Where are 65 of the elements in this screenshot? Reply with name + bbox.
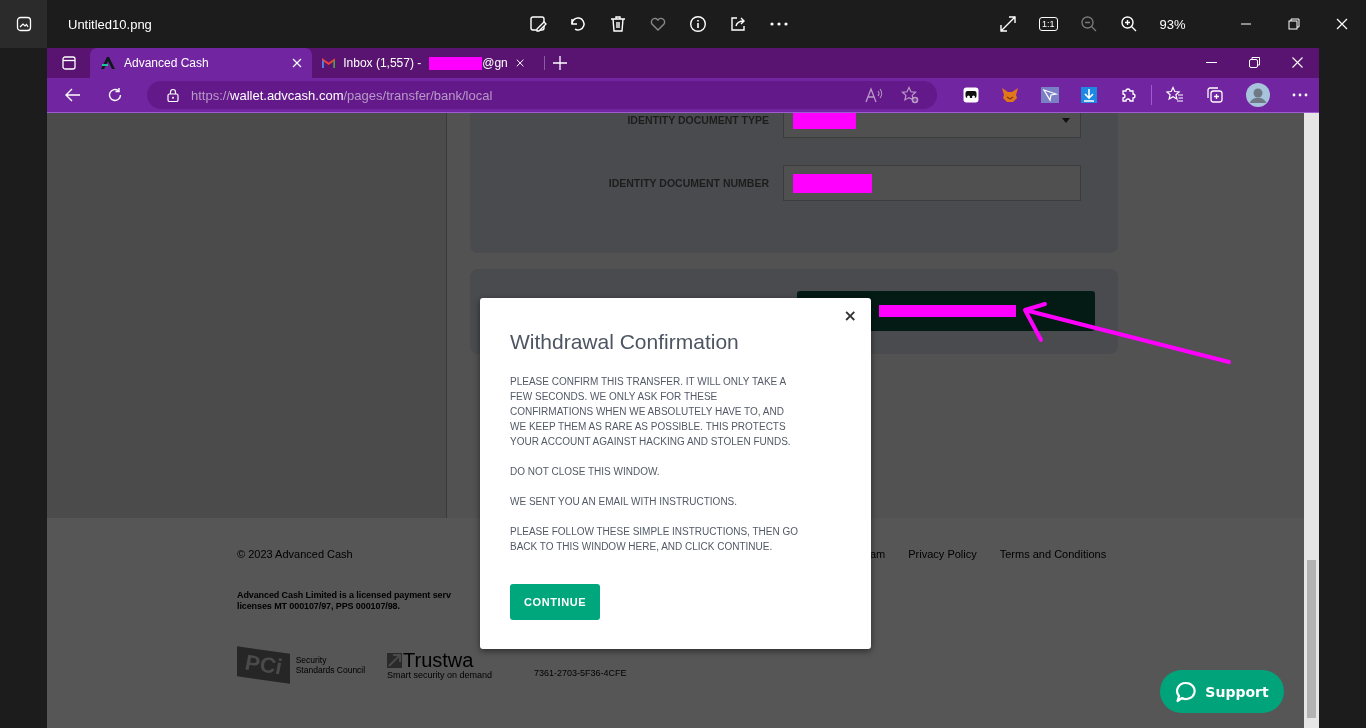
file-name: Untitled10.png [68, 16, 153, 32]
extension-icon[interactable] [963, 87, 979, 103]
zoom-level: 93% [1159, 16, 1186, 32]
avatar-icon[interactable] [1246, 83, 1270, 107]
lock-icon [167, 88, 179, 102]
address-bar[interactable]: https://wallet.advcash.com/pages/transfer/bank/local [147, 81, 937, 109]
favorites-icon[interactable] [1166, 86, 1184, 104]
refresh-icon[interactable] [107, 87, 123, 103]
restore-icon[interactable] [1287, 18, 1300, 30]
info-icon[interactable] [689, 15, 707, 33]
certificate-code: 7361-2703-5F36-4CFE [534, 668, 627, 680]
read-aloud-icon[interactable] [865, 87, 883, 103]
close-tab-icon[interactable] [292, 58, 302, 68]
close-icon[interactable] [1292, 57, 1303, 68]
dialog-text: DO NOT CLOSE THIS WINDOW. [510, 465, 661, 479]
close-icon[interactable] [1335, 18, 1348, 30]
caret-icon [1062, 117, 1070, 123]
pci-caption: Standards Council [295, 665, 366, 675]
add-favorite-icon[interactable] [901, 86, 919, 104]
more-icon[interactable] [1292, 93, 1308, 97]
tab-title-suffix: @gn [482, 56, 508, 70]
close-button[interactable]: × [843, 306, 857, 325]
url-text: https://wallet.advcash.com/pages/transfer/bank/local [191, 87, 493, 103]
image-icon [15, 16, 32, 32]
logo-icon [100, 56, 116, 70]
zoom-in-icon[interactable] [1119, 15, 1138, 33]
browser-tab[interactable]: Advanced Cash [90, 48, 312, 78]
trustwave-tagline: Smart security on demand [387, 670, 494, 680]
heart-icon[interactable] [649, 15, 667, 33]
collections-icon[interactable] [1206, 86, 1224, 104]
new-tab-icon[interactable] [544, 56, 567, 70]
restore-icon[interactable] [1249, 57, 1260, 68]
rotate-icon[interactable] [569, 15, 587, 33]
tab-title: Inbox (1,557) - [343, 56, 422, 70]
input-field[interactable] [783, 165, 1081, 201]
browser-tab[interactable]: Inbox (1,557) - @gn [312, 48, 534, 78]
dialog-title: Withdrawal Confirmation [510, 330, 740, 354]
dialog-text: PLEASE CONFIRM THIS TRANSFER. IT WILL ONLY TAKE A FEW SECONDS. WE ONLY ASK FOR THESE CONFIRMATIONS WHEN WE ABSOLUTELY HAVE TO, AND WE KEEP THEM AS RARE AS POSSIBLE. THIS PROTECTS YOUR ACCOUNT AGAINST HACKING AND STOLEN FUNDS. [510, 375, 792, 449]
expand-icon[interactable] [999, 15, 1017, 33]
paper-plane-icon[interactable] [1041, 87, 1059, 103]
legal-text: licenses MT 000107/97, PPS 000107/98. [237, 601, 401, 612]
zoom-out-icon[interactable] [1079, 15, 1098, 33]
edit-image-icon[interactable] [529, 15, 547, 33]
fox-icon[interactable] [1001, 87, 1019, 103]
pci-caption: Security [295, 655, 328, 665]
share-icon[interactable] [729, 15, 747, 33]
legal-text: Advanced Cash Limited is a licensed payment serv [237, 590, 452, 601]
tab-actions-icon[interactable] [62, 56, 76, 70]
mail-icon [322, 57, 336, 69]
dialog-text: WE SENT YOU AN EMAIL WITH INSTRUCTIONS. [510, 495, 739, 509]
back-icon[interactable] [65, 88, 81, 102]
dialog-text: PLEASE FOLLOW THESE SIMPLE INSTRUCTIONS, THEN GO BACK TO THIS WINDOW HERE, AND CLICK CONTINUE. [510, 525, 800, 554]
copyright-text: © 2023 Advanced Cash [237, 548, 354, 560]
puzzle-icon[interactable] [1119, 86, 1137, 104]
trustwave-logo-icon [387, 652, 402, 668]
download-icon[interactable] [1081, 87, 1097, 103]
close-tab-icon[interactable] [515, 58, 524, 68]
actual-size-button[interactable]: 1:1 [1039, 17, 1058, 31]
chat-icon [1175, 680, 1198, 703]
delete-icon[interactable] [609, 15, 627, 33]
scrollbar[interactable] [1304, 113, 1319, 728]
gallery-button[interactable] [0, 0, 47, 48]
trustwave-name: Trustwa [403, 650, 474, 670]
more-icon[interactable] [769, 21, 789, 27]
tab-title: Advanced Cash [124, 56, 209, 70]
